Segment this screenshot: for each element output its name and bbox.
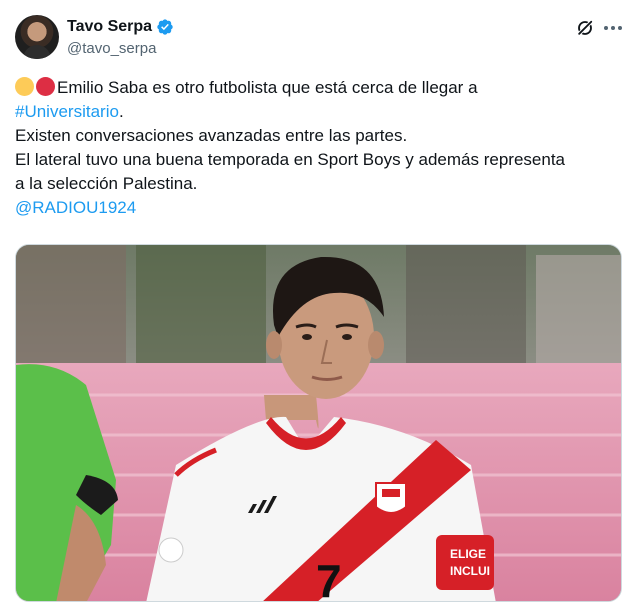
avatar[interactable] xyxy=(15,15,59,59)
tweet-line-3: Existen conversaciones avanzadas entre l… xyxy=(15,126,408,145)
tweet-text-line: Emilio Saba es otro futbolista que está … xyxy=(57,78,478,97)
author-name-row: Tavo Serpa xyxy=(67,17,174,37)
author-display-name[interactable]: Tavo Serpa xyxy=(67,18,152,36)
player-photo: ELIGE INCLUI 7 xyxy=(16,245,621,602)
red-circle-emoji xyxy=(36,77,55,96)
tweet-text: Emilio Saba es otro futbolista que está … xyxy=(15,76,627,220)
hashtag-suffix: . xyxy=(118,102,124,121)
armband-text-1: ELIGE xyxy=(450,547,486,561)
shirt-number: 7 xyxy=(316,555,342,602)
grok-icon[interactable] xyxy=(575,18,595,38)
yellow-circle-emoji xyxy=(15,77,34,96)
tweet-line-6: @RADIOU1924 xyxy=(15,196,627,220)
tweet-card[interactable]: Tavo Serpa @tavo_serpa Emilio Saba es ot… xyxy=(0,0,640,614)
author-handle[interactable]: @tavo_serpa xyxy=(67,40,156,57)
more-options-icon[interactable] xyxy=(601,18,625,38)
tweet-media-photo[interactable]: ELIGE INCLUI 7 xyxy=(15,244,622,602)
tweet-line-2: #Universitario. xyxy=(15,100,627,124)
mention-link[interactable]: @RADIOU1924 xyxy=(15,198,136,217)
tweet-line-4: El lateral tuvo una buena temporada en S… xyxy=(15,150,566,169)
hashtag-link[interactable]: #Universitario xyxy=(15,102,119,121)
tweet-line-1: Emilio Saba es otro futbolista que está … xyxy=(15,76,627,100)
armband-text-2: INCLUI xyxy=(450,564,490,578)
tweet-line-5: a la selección Palestina. xyxy=(15,174,198,193)
verified-badge-icon xyxy=(157,19,173,35)
